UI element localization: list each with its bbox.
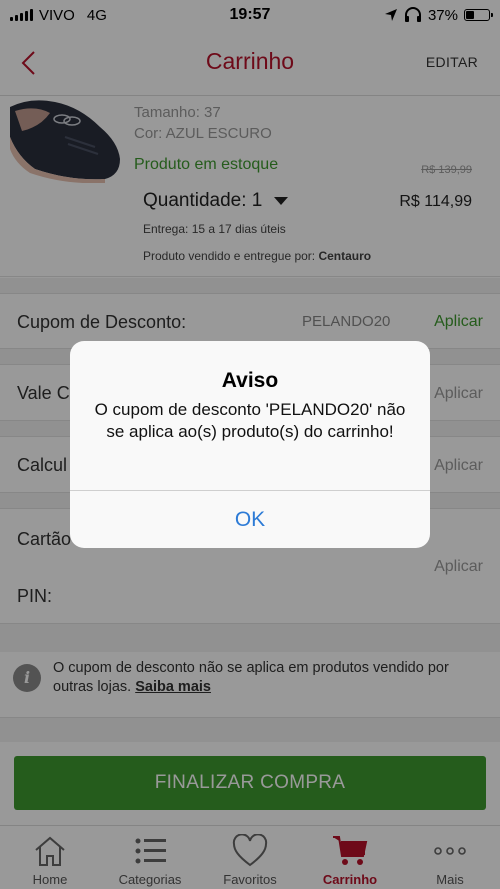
alert-title: Aviso [221, 369, 279, 392]
alert-message: O cupom de desconto 'PELANDO20' não se a… [94, 400, 406, 441]
alert-ok-button[interactable]: OK [70, 490, 430, 548]
alert-dialog: Aviso O cupom de desconto 'PELANDO20' nã… [70, 341, 430, 548]
